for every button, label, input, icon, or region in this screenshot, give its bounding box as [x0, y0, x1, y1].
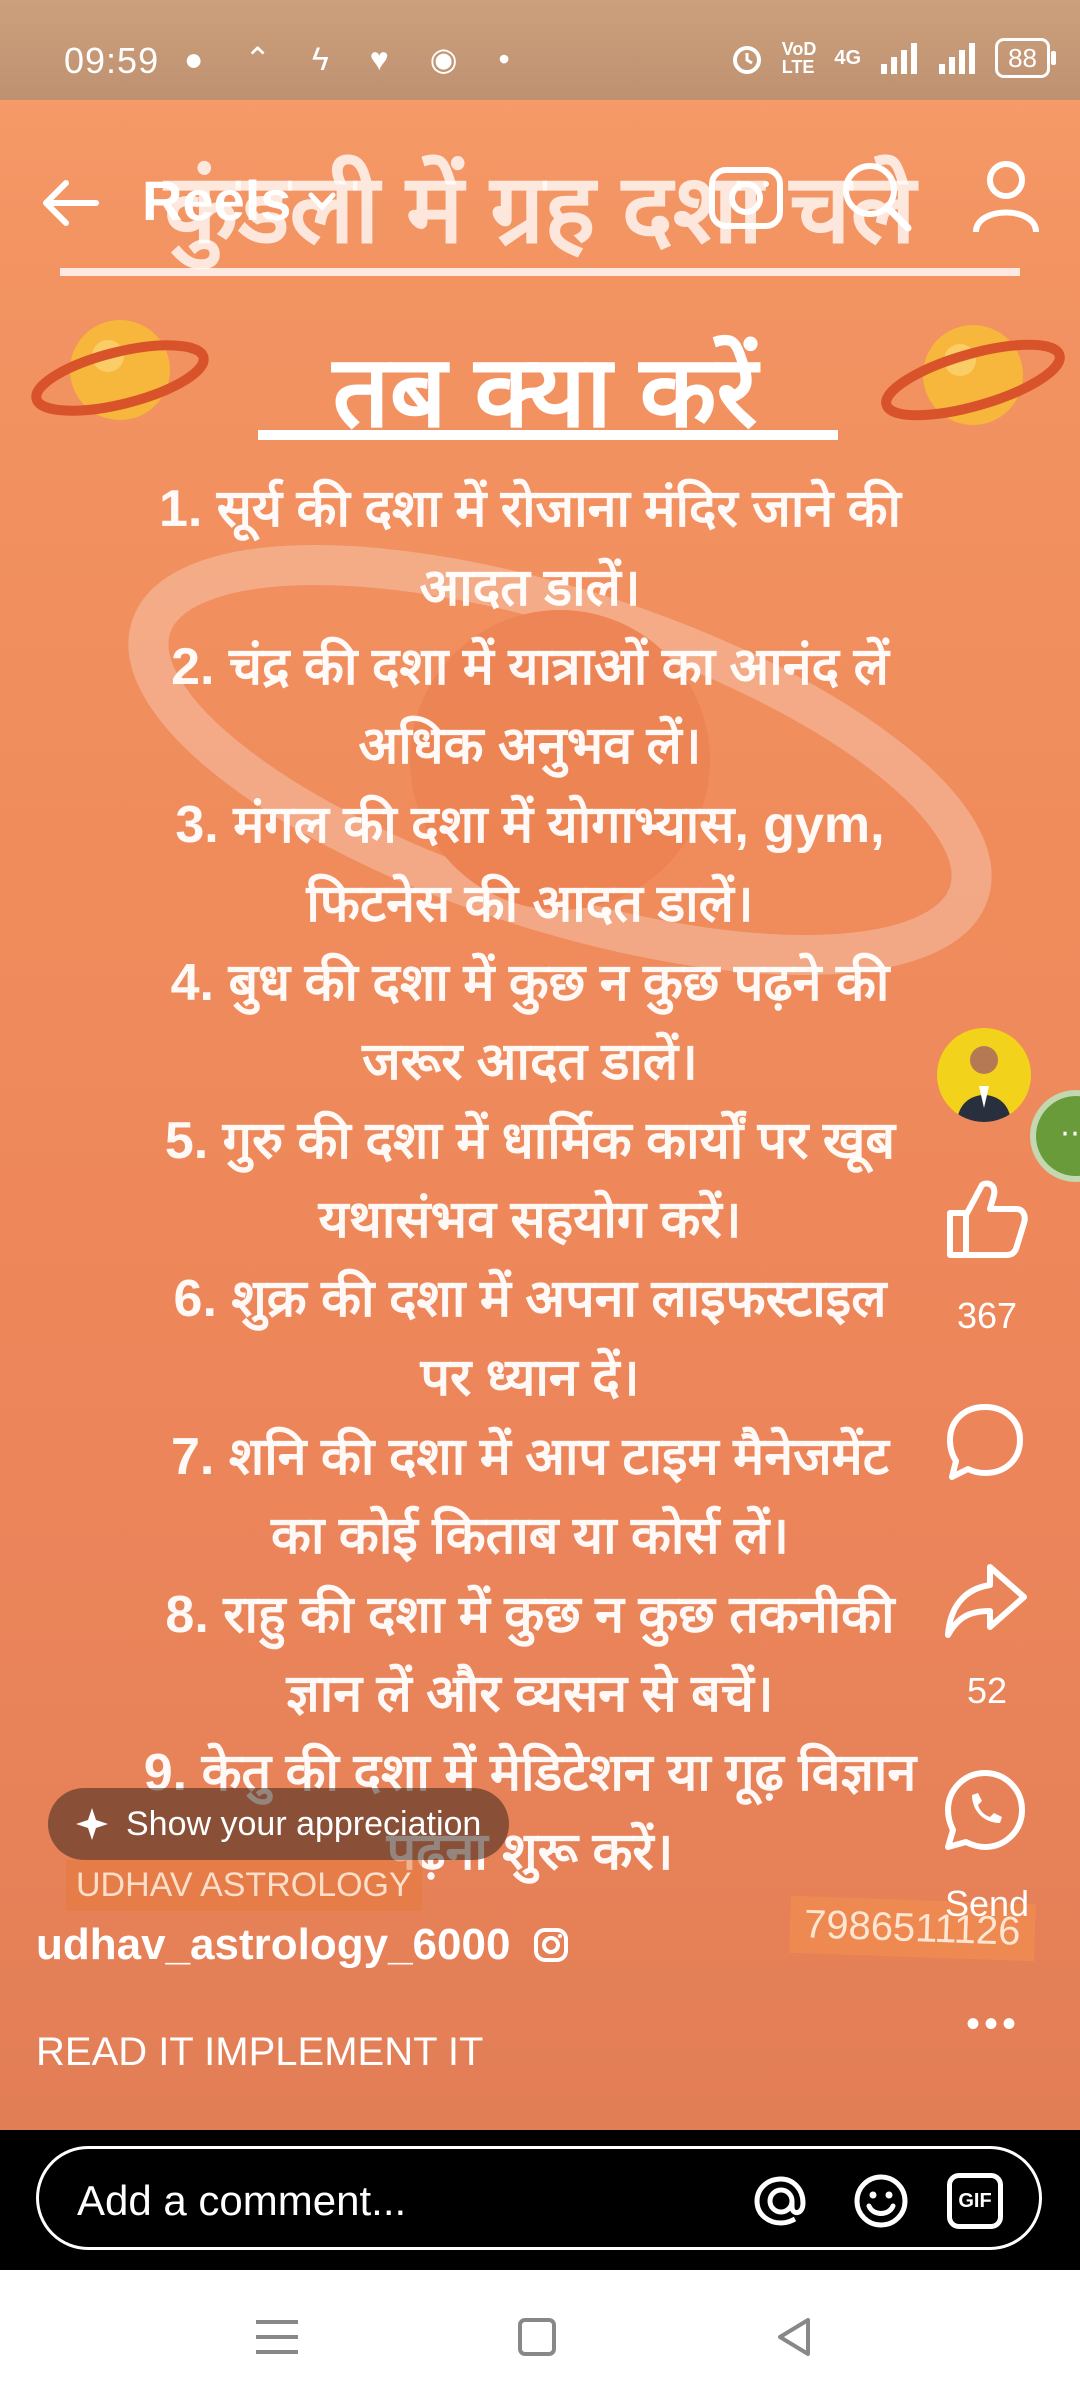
- tip-line: 4. बुध की दशा में कुछ न कुछ पढ़ने की: [170, 954, 890, 1012]
- system-nav-bar: [0, 2270, 1080, 2400]
- show-appreciation-button[interactable]: Show your appreciation: [48, 1788, 510, 1860]
- avatar-person-icon: [957, 1046, 1011, 1122]
- appreciation-label: Show your appreciation: [126, 1804, 482, 1843]
- planet-left-icon: [31, 320, 209, 420]
- comment-input[interactable]: Add a comment... GIF: [36, 2146, 1042, 2250]
- poster-tips-list: 1. सूर्य की दशा में रोजाना मंदिर जाने की…: [80, 470, 980, 1892]
- send-label: Send: [944, 1883, 1030, 1924]
- mention-icon[interactable]: [751, 2171, 811, 2231]
- tip-line: 8. राहु की दशा में कुछ न कुछ तकनीकी: [165, 1586, 895, 1644]
- emoji-icon[interactable]: [851, 2171, 911, 2231]
- whatsapp-icon[interactable]: [940, 1765, 1030, 1855]
- menu-icon[interactable]: [252, 2314, 302, 2360]
- gif-label: GIF: [958, 2189, 992, 2212]
- tip-line: जरूर आदत डालें।: [362, 1033, 698, 1091]
- reels-top-bar: Reels: [0, 150, 1080, 250]
- more-options-button[interactable]: •••: [966, 2002, 1020, 2047]
- tip-line: फिटनेस की आदत डालें।: [306, 875, 754, 933]
- tip-line: पर ध्यान दें।: [420, 1349, 640, 1407]
- share-arrow-icon[interactable]: [940, 1555, 1030, 1645]
- tip-line: 2. चंद्र की दशा में यात्राओं का आनंद लें: [171, 638, 889, 696]
- battery-indicator: 88: [995, 38, 1056, 78]
- username: udhav_astrology_6000: [36, 1920, 511, 1969]
- tip-line: यथासंभव सहयोग करें।: [318, 1191, 742, 1249]
- headline-underline: [258, 430, 838, 440]
- tip-line: अधिक अनुभव लें।: [358, 717, 702, 775]
- system-icons: VoD LTE 4G 88: [730, 38, 1056, 78]
- tip-line: 3. मंगल की दशा में योगाभ्यास, gym,: [175, 796, 885, 854]
- gif-button[interactable]: GIF: [947, 2173, 1003, 2229]
- signal-icon: [881, 43, 918, 74]
- bubble-dots-icon: ⋯: [1060, 1117, 1080, 1150]
- camera-icon[interactable]: [706, 156, 786, 236]
- reel-caption[interactable]: READ IT IMPLEMENT IT: [36, 2030, 483, 2075]
- share-count: 52: [966, 1670, 1008, 1711]
- like-count: 367: [956, 1295, 1018, 1336]
- tip-line: का कोई किताब या कोर्स लें।: [271, 1507, 789, 1565]
- reel-author[interactable]: udhav_astrology_6000: [36, 1920, 570, 1970]
- profile-icon[interactable]: [966, 156, 1046, 236]
- reels-title: Reels: [142, 169, 292, 232]
- back-triangle-icon[interactable]: [770, 2314, 820, 2360]
- avatar[interactable]: [937, 1028, 1031, 1122]
- tip-line: 6. शुक्र की दशा में अपना लाइफस्टाइल: [173, 1270, 887, 1328]
- reels-title-dropdown[interactable]: Reels: [142, 168, 339, 233]
- alarm-icon: [732, 46, 761, 74]
- volte-icon: VoD LTE: [781, 39, 817, 77]
- instagram-badge-icon: [534, 1928, 569, 1962]
- back-arrow-icon[interactable]: [36, 168, 106, 238]
- brand-watermark: UDHAV ASTROLOGY: [66, 1860, 422, 1911]
- comment-bar: Add a comment... GIF: [0, 2130, 1080, 2270]
- like-thumb-icon[interactable]: [940, 1173, 1030, 1263]
- sparkle-gift-icon: [76, 1808, 108, 1840]
- comment-placeholder: Add a comment...: [77, 2177, 407, 2224]
- notification-icons: ● ⌃ ϟ ♥ ◉ •: [184, 41, 526, 77]
- planet-right-icon: [881, 325, 1065, 425]
- home-square-icon[interactable]: [512, 2314, 562, 2360]
- status-time: 09:59: [64, 40, 160, 81]
- tip-line: 5. गुरु की दशा में धार्मिक कार्यों पर खू…: [164, 1112, 896, 1170]
- search-icon[interactable]: [836, 156, 916, 236]
- comment-bubble-icon[interactable]: [940, 1397, 1030, 1487]
- network-type-label: 4G: [834, 47, 862, 69]
- tip-line: 7. शनि की दशा में आप टाइम मैनेजमेंट: [171, 1428, 889, 1486]
- tip-line: आदत डालें।: [419, 559, 641, 617]
- status-bar: 09:59 ● ⌃ ϟ ♥ ◉ • VoD LTE 4G 88: [0, 0, 1080, 120]
- tip-line: 1. सूर्य की दशा में रोजाना मंदिर जाने की: [158, 480, 902, 538]
- tip-line: ज्ञान लें और व्यसन से बचें।: [286, 1665, 774, 1723]
- chevron-down-icon: [308, 192, 336, 211]
- signal-icon-2: [939, 43, 976, 74]
